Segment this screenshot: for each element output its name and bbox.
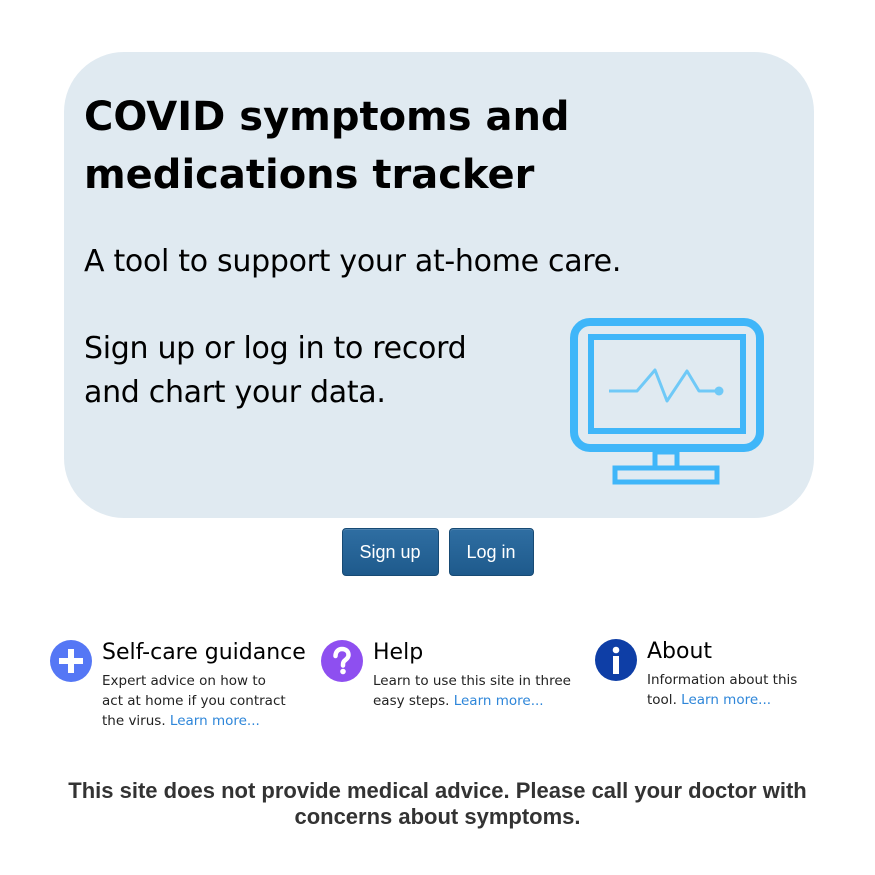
info-icon[interactable] (595, 639, 637, 681)
monitor-heartbeat-icon (570, 318, 764, 485)
plus-icon[interactable] (50, 640, 92, 682)
feature-description: Information about this tool. Learn more.… (647, 672, 798, 708)
feature-title: Self-care guidance (102, 640, 306, 665)
disclaimer: This site does not provide medical advic… (68, 778, 807, 829)
auth-buttons: Sign up Log in (0, 528, 875, 576)
feature-title: About (647, 639, 713, 664)
log-in-button[interactable]: Log in (448, 528, 534, 576)
hero-panel: COVID symptoms and medications tracker A… (64, 52, 814, 518)
learn-more-link[interactable]: Learn more... (454, 693, 544, 709)
hero-subtitle: A tool to support your at-home care. (84, 244, 622, 279)
learn-more-link[interactable]: Learn more... (170, 713, 260, 729)
hero-cta-text: Sign up or log in to record and chart yo… (84, 331, 467, 410)
question-icon[interactable] (321, 640, 363, 682)
feature-description: Learn to use this site in three easy ste… (373, 673, 571, 709)
page-title: COVID symptoms and medications tracker (84, 94, 570, 198)
sign-up-button[interactable]: Sign up (341, 528, 439, 576)
feature-description: Expert advice on how to act at home if y… (102, 673, 286, 729)
learn-more-link[interactable]: Learn more... (681, 692, 771, 708)
feature-title: Help (373, 640, 424, 665)
